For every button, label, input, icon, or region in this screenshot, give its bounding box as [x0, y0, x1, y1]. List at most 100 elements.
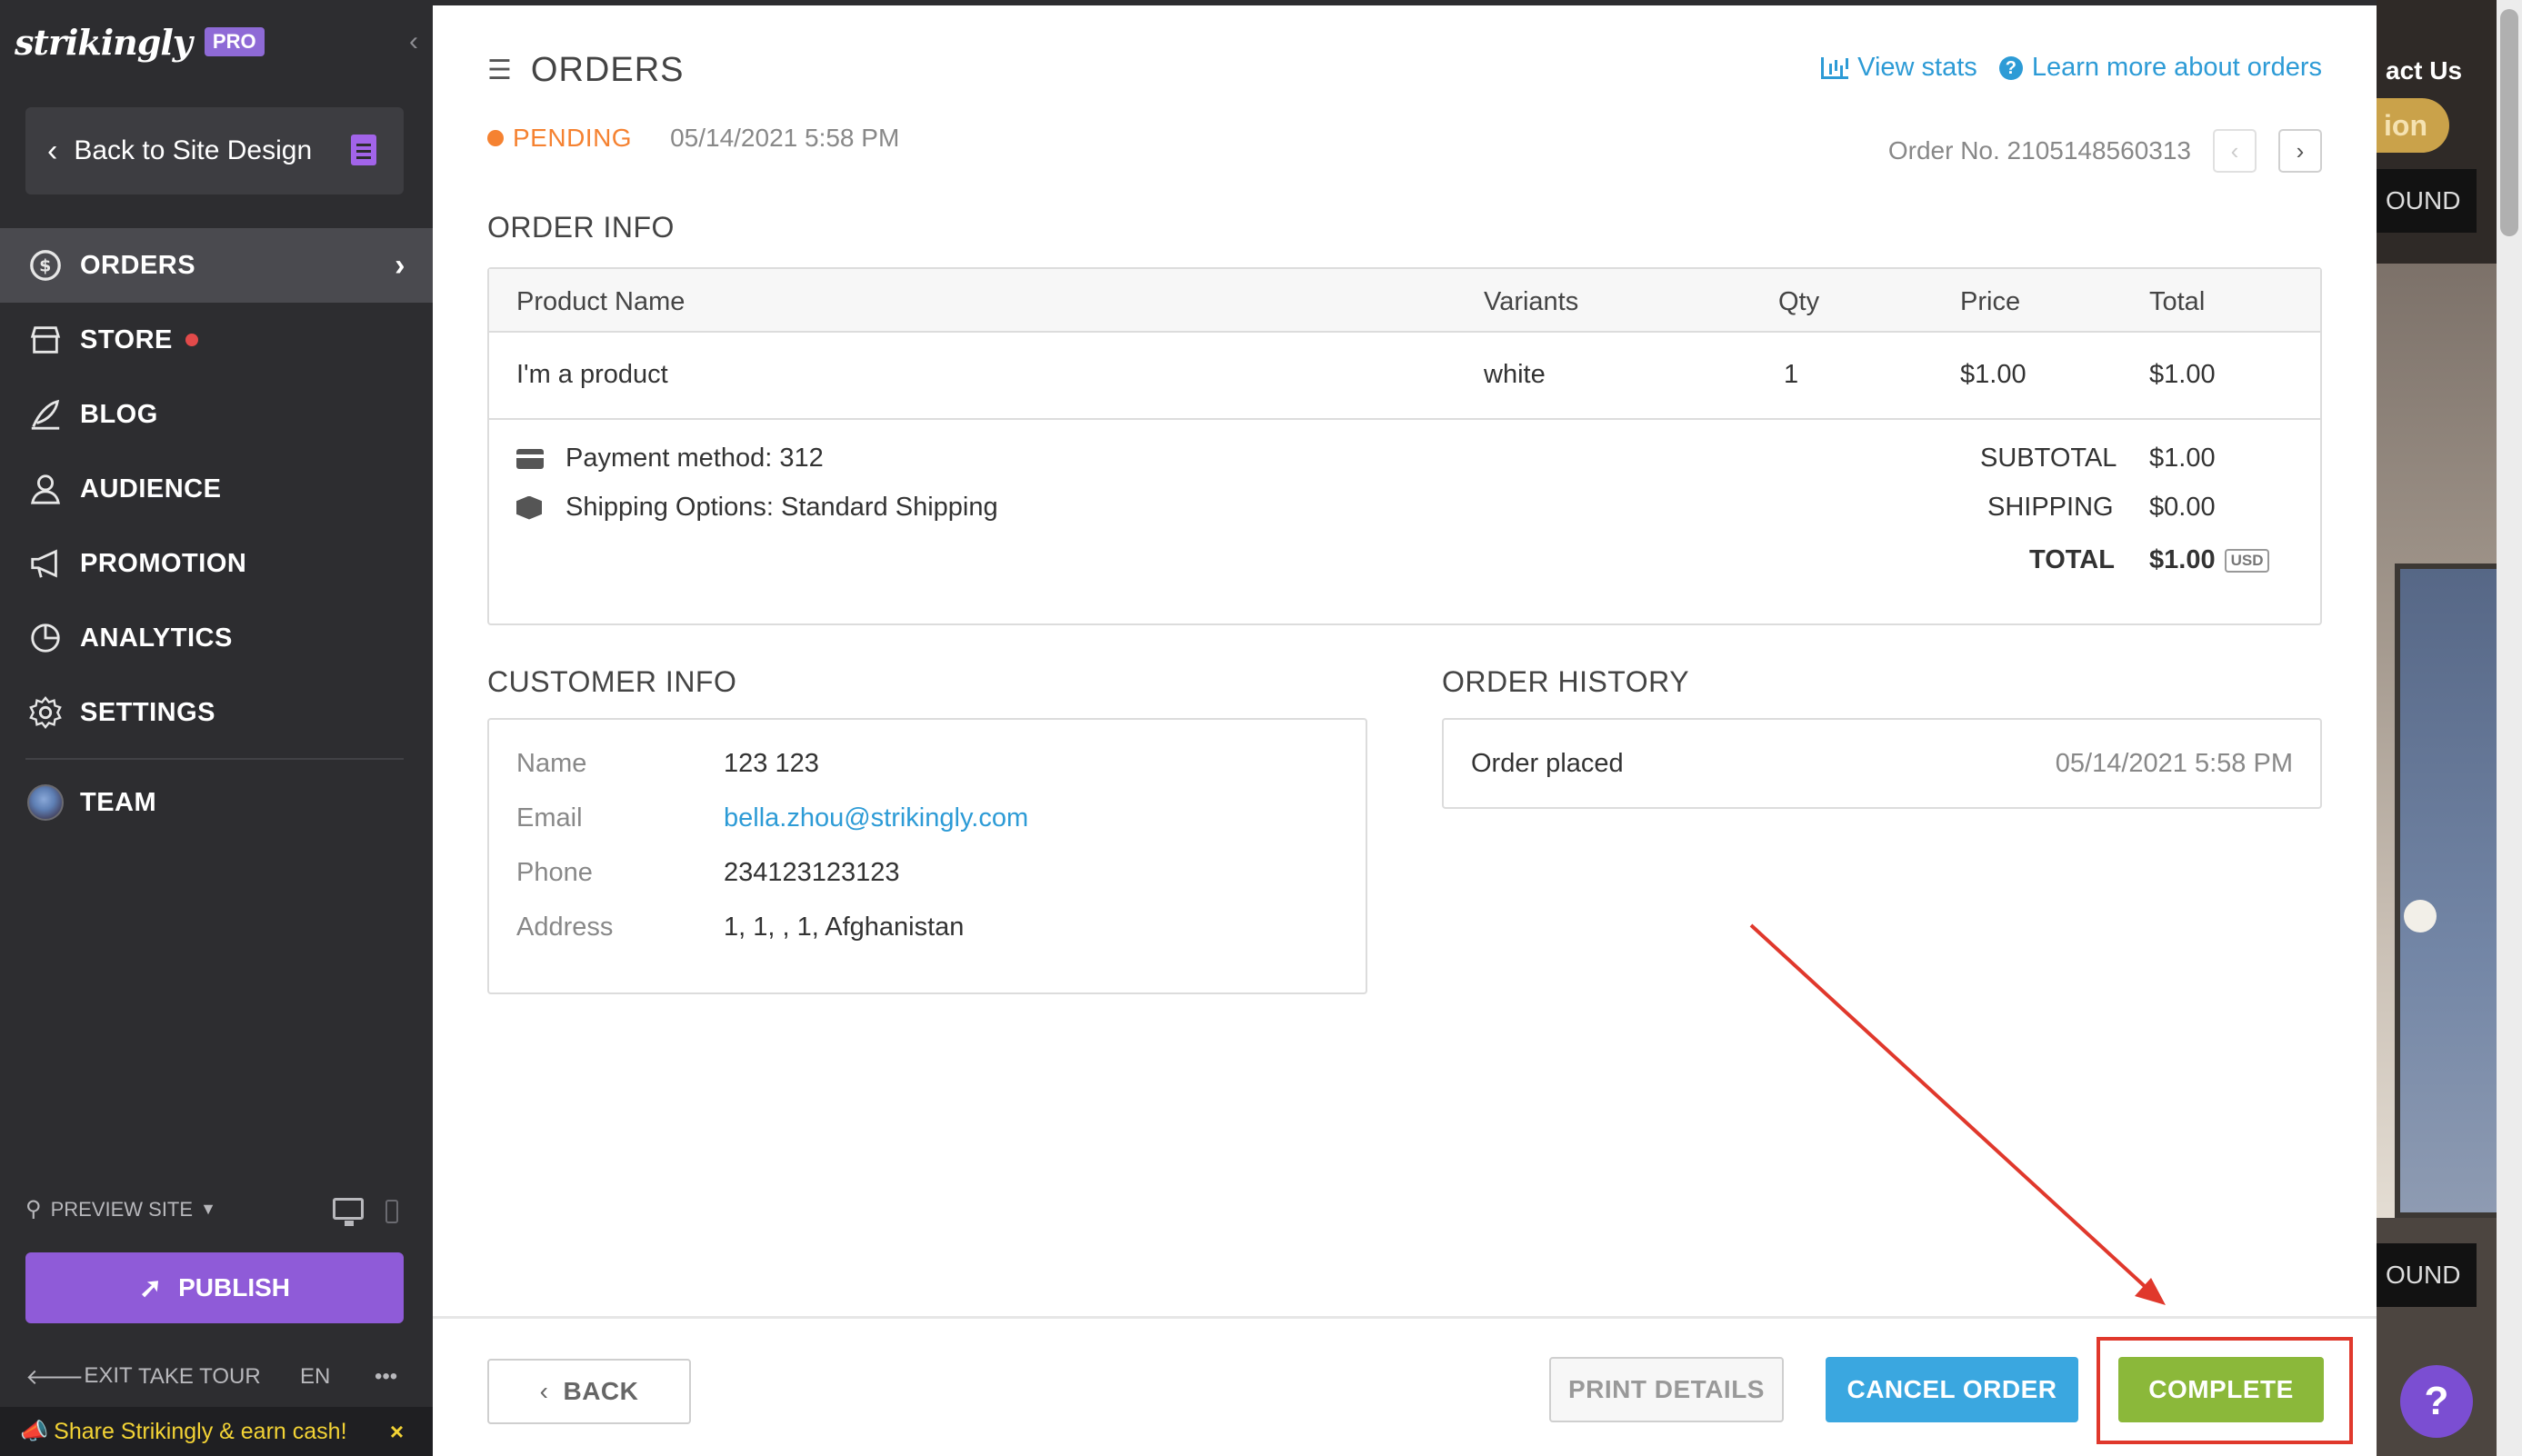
mobile-icon[interactable]: [385, 1200, 398, 1223]
list-icon: ☰: [487, 55, 513, 85]
page-title: ☰ ORDERS: [487, 51, 684, 90]
help-button[interactable]: ?: [2400, 1365, 2473, 1438]
site-lamp-image: [2404, 900, 2437, 932]
sidebar-item-analytics[interactable]: ANALYTICS: [0, 601, 433, 675]
column-header: Price: [1960, 287, 2021, 316]
order-items-table: Product Name Variants Qty Price Total I'…: [487, 267, 2322, 625]
sidebar-item-blog[interactable]: BLOG: [0, 377, 433, 452]
cancel-order-button[interactable]: CANCEL ORDER: [1826, 1357, 2078, 1422]
chevron-right-icon: ›: [395, 247, 405, 283]
price-cell: $1.00: [1960, 360, 2027, 389]
total-cell: $1.00: [2149, 360, 2216, 389]
currency-badge: USD: [2224, 549, 2270, 573]
customer-field-label: Address: [516, 912, 614, 942]
preview-site-label: PREVIEW SITE: [50, 1197, 194, 1221]
box-icon: [516, 495, 542, 520]
page-title-text: ORDERS: [530, 51, 685, 89]
print-details-button[interactable]: PRINT DETAILS: [1549, 1357, 1784, 1422]
site-pill-button: ion: [2377, 98, 2449, 153]
shipping-options-text: Shipping Options: Standard Shipping: [565, 493, 998, 522]
learn-more-label: Learn more about orders: [2031, 53, 2322, 82]
customer-field-label: Name: [516, 749, 587, 778]
sidebar-item-label: BLOG: [80, 399, 158, 429]
view-stats-link[interactable]: View stats: [1821, 53, 1977, 83]
back-button[interactable]: ‹ BACK: [487, 1359, 691, 1424]
sidebar-item-store[interactable]: STORE: [0, 303, 433, 377]
preview-site-dropdown[interactable]: ⚲ PREVIEW SITE ▼: [25, 1196, 216, 1222]
chevron-left-icon: ‹: [47, 133, 58, 168]
column-header: Qty: [1778, 287, 1820, 316]
sidebar-item-label: PROMOTION: [80, 548, 247, 578]
megaphone-icon: 📣: [20, 1418, 49, 1444]
customer-phone: 234123123123: [724, 858, 900, 887]
sidebar-item-label: AUDIENCE: [80, 474, 222, 504]
exit-button[interactable]: 🡐 EXIT: [25, 1363, 133, 1391]
sidebar-item-promotion[interactable]: PROMOTION: [0, 526, 433, 601]
collapse-sidebar-icon[interactable]: ‹: [400, 25, 427, 58]
payment-method-text: Payment method: 312: [565, 444, 824, 473]
column-header: Variants: [1484, 287, 1579, 316]
sidebar-item-team[interactable]: TEAM: [0, 765, 433, 840]
sidebar-item-label: TEAM: [80, 787, 157, 817]
order-number-row: Order No. 2105148560313 ‹ ›: [1888, 129, 2322, 173]
sidebar-item-label: ANALYTICS: [80, 623, 233, 653]
sidebar-item-label: ORDERS: [80, 250, 196, 280]
order-detail-panel: ☰ ORDERS View stats ? Learn more about o…: [433, 0, 2377, 1456]
gear-icon: [27, 694, 64, 731]
total-value: $1.00: [2149, 545, 2216, 574]
next-order-button[interactable]: ›: [2278, 129, 2322, 173]
status-badge: PENDING: [513, 124, 633, 152]
sidebar-item-orders[interactable]: $ ORDERS ›: [0, 228, 433, 303]
customer-name: 123 123: [724, 749, 819, 778]
scrollbar-thumb[interactable]: [2500, 9, 2518, 236]
publish-button[interactable]: ➚ PUBLISH: [25, 1252, 404, 1323]
sidebar-item-settings[interactable]: SETTINGS: [0, 675, 433, 750]
order-history-box: Order placed 05/14/2021 5:58 PM: [1442, 718, 2322, 809]
bar-chart-icon: [1821, 56, 1849, 79]
back-to-site-label: Back to Site Design: [74, 135, 313, 165]
order-info-title: ORDER INFO: [487, 211, 675, 244]
shipping-value: $0.00: [2149, 493, 2216, 522]
sidebar: strikingly PRO ‹ ‹ Back to Site Design $…: [0, 0, 433, 1456]
notification-dot: [185, 334, 198, 346]
svg-text:$: $: [39, 256, 52, 276]
share-banner-label: Share Strikingly & earn cash!: [54, 1418, 347, 1444]
sidebar-divider: [25, 758, 404, 760]
learn-more-link[interactable]: ? Learn more about orders: [1998, 53, 2322, 83]
megaphone-icon: [27, 545, 64, 582]
back-to-site-design-button[interactable]: ‹ Back to Site Design: [25, 107, 404, 194]
sidebar-item-label: SETTINGS: [80, 697, 216, 727]
previous-order-button[interactable]: ‹: [2213, 129, 2257, 173]
desktop-icon[interactable]: [333, 1198, 364, 1226]
column-header: Total: [2149, 287, 2206, 316]
customer-field-label: Phone: [516, 858, 593, 887]
language-button[interactable]: EN: [300, 1364, 330, 1390]
sidebar-item-audience[interactable]: AUDIENCE: [0, 452, 433, 526]
table-header: Product Name Variants Qty Price Total: [489, 269, 2320, 333]
share-banner[interactable]: 📣 Share Strikingly & earn cash! ×: [0, 1407, 433, 1456]
publish-label: PUBLISH: [178, 1273, 291, 1301]
sidebar-item-label: STORE: [80, 324, 173, 354]
customer-email-link[interactable]: bella.zhou@strikingly.com: [724, 803, 1028, 833]
back-label: BACK: [563, 1377, 639, 1405]
logo[interactable]: strikingly PRO: [15, 15, 265, 69]
site-contact-text: act Us: [2386, 56, 2463, 85]
subtotal-label: SUBTOTAL: [1980, 444, 2117, 473]
order-number: Order No. 2105148560313: [1887, 136, 2191, 165]
question-circle-icon: ?: [1998, 55, 2023, 80]
page-icon: [351, 135, 376, 165]
site-window-image: [2395, 563, 2504, 1218]
order-history-title: ORDER HISTORY: [1442, 665, 1690, 698]
variants-cell: white: [1484, 360, 1546, 389]
customer-address: 1, 1, , 1, Afghanistan: [724, 912, 965, 942]
sidebar-footer: 🡐 EXIT TAKE TOUR EN •••: [0, 1354, 433, 1400]
avatar: [27, 784, 64, 821]
order-date: 05/14/2021 5:58 PM: [670, 124, 900, 152]
close-icon[interactable]: ×: [390, 1418, 404, 1446]
order-status-row: PENDING 05/14/2021 5:58 PM: [487, 124, 899, 153]
table-row: I'm a product white 1 $1.00 $1.00: [489, 333, 2320, 420]
quill-icon: [27, 396, 64, 433]
take-tour-button[interactable]: TAKE TOUR: [138, 1364, 261, 1390]
more-icon[interactable]: •••: [375, 1364, 397, 1390]
shipping-label: SHIPPING: [1987, 493, 2114, 522]
